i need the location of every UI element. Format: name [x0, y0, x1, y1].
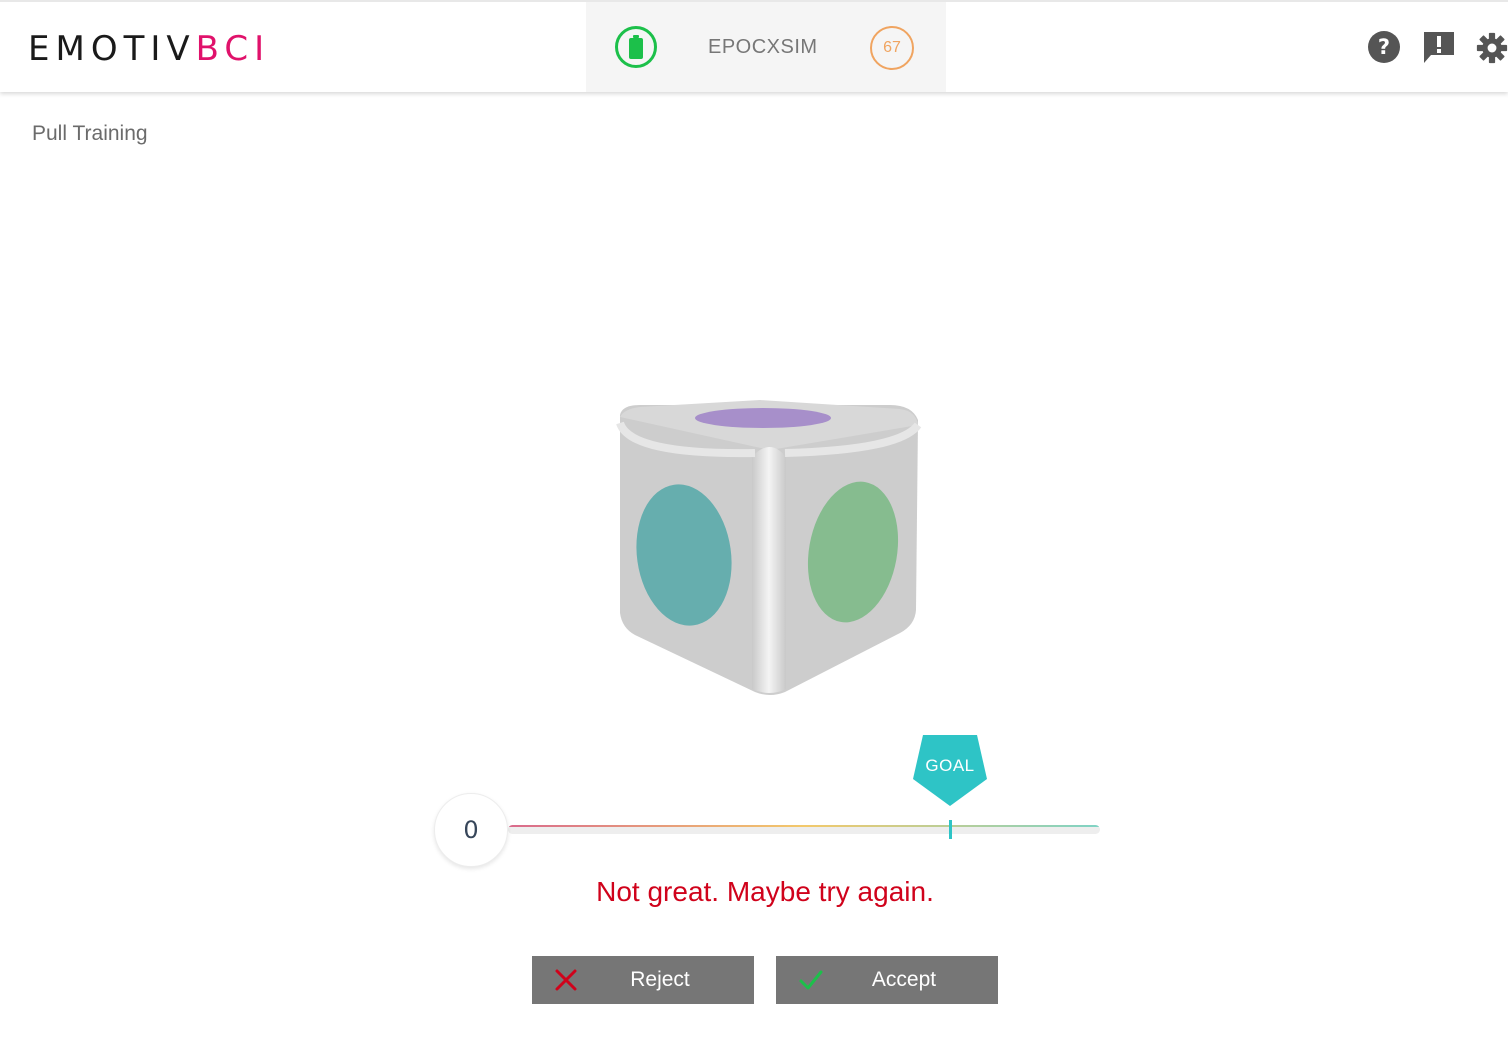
- top-bar: EMOTIVBCI EPOCXSIM 67 ?: [0, 0, 1508, 92]
- training-cube: [616, 400, 922, 695]
- feedback-message: Not great. Maybe try again.: [596, 876, 934, 907]
- progress-meter: 0: [434, 793, 1102, 871]
- feedback-icon[interactable]: [1421, 30, 1457, 71]
- signal-quality-badge: 67: [870, 26, 914, 70]
- top-face-dot: [695, 408, 831, 428]
- progress-track: [508, 825, 1100, 834]
- device-status-panel[interactable]: EPOCXSIM 67: [586, 2, 946, 92]
- svg-text:?: ?: [1378, 35, 1390, 59]
- settings-icon[interactable]: [1476, 30, 1508, 71]
- goal-marker: [949, 820, 952, 839]
- close-icon: [555, 969, 577, 991]
- help-icon[interactable]: ?: [1367, 30, 1401, 69]
- page-title: Pull Training: [32, 122, 148, 145]
- check-icon: [799, 970, 823, 990]
- emotiv-bci-logo: EMOTIVBCI: [28, 29, 271, 69]
- battery-icon: [615, 26, 657, 68]
- accept-button[interactable]: Accept: [776, 956, 998, 1004]
- device-name: EPOCXSIM: [708, 36, 818, 58]
- score-value: 0: [434, 793, 508, 867]
- goal-label: GOAL: [925, 756, 975, 775]
- reject-button[interactable]: Reject: [532, 956, 754, 1004]
